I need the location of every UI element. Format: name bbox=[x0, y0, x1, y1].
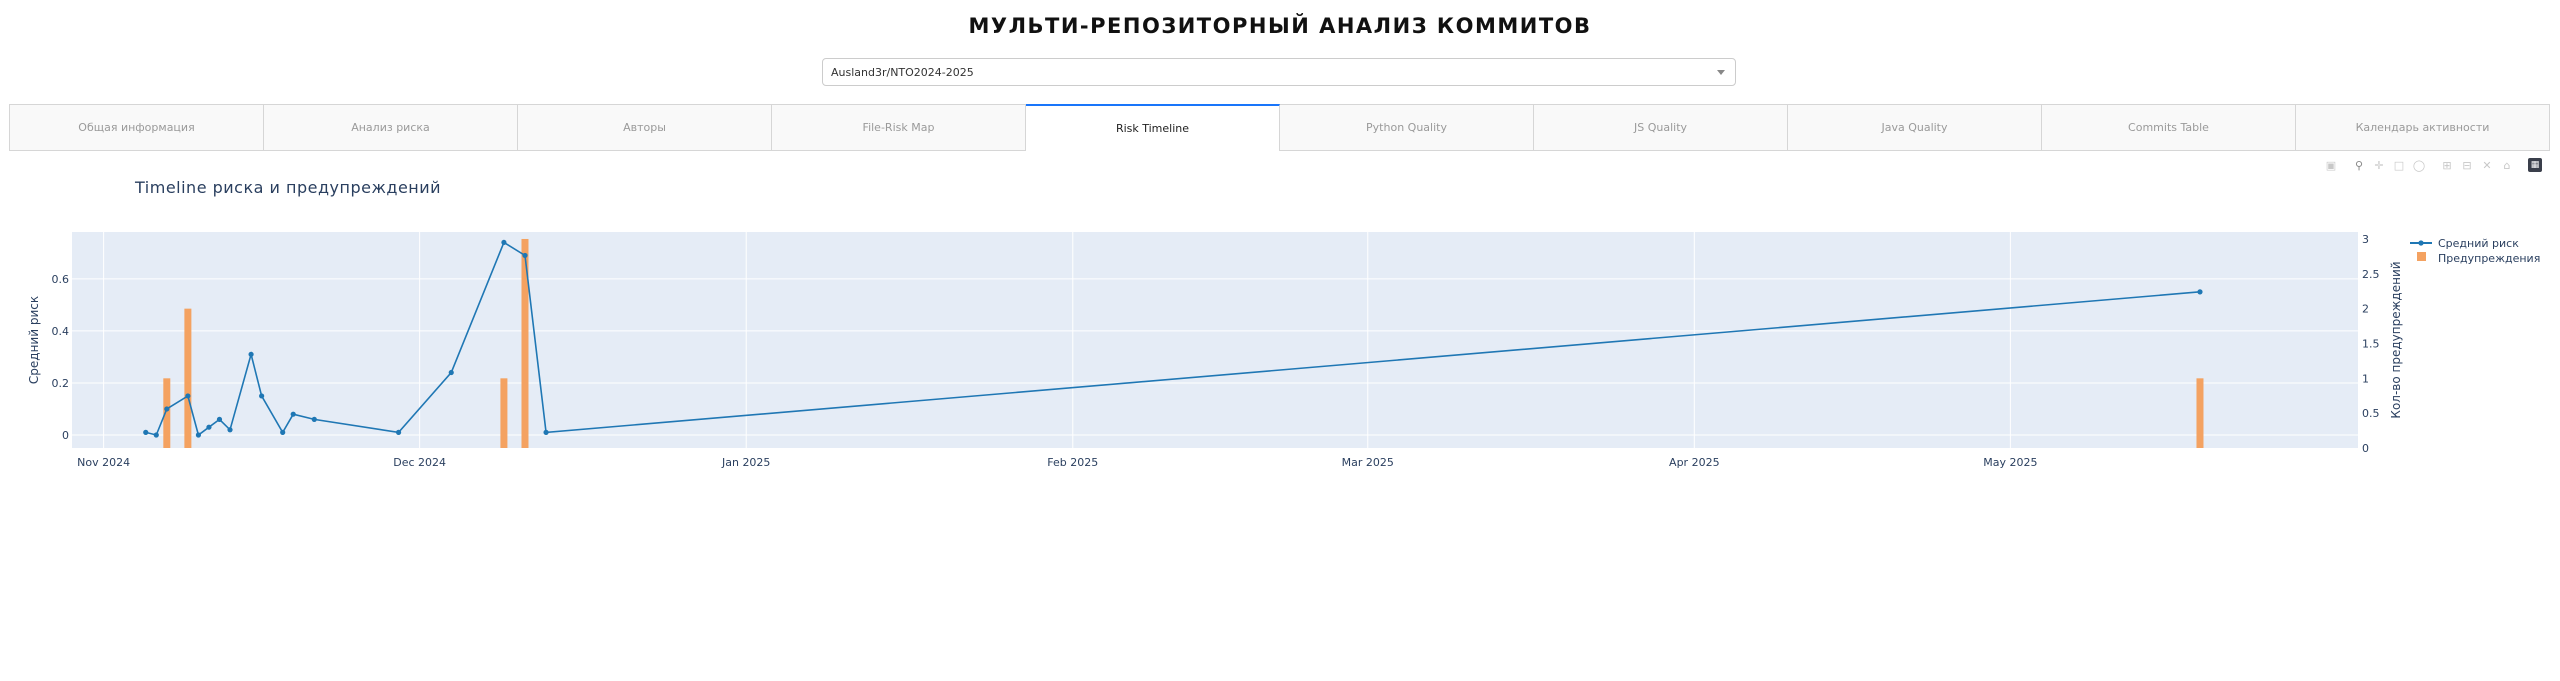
risk-point[interactable] bbox=[206, 424, 212, 430]
risk-point[interactable] bbox=[448, 369, 454, 376]
legend-item-warnings[interactable]: Предупреждения bbox=[2438, 252, 2540, 265]
risk-point[interactable] bbox=[195, 432, 202, 438]
risk-point[interactable] bbox=[153, 432, 159, 438]
warning-bar[interactable] bbox=[184, 308, 192, 448]
x-tick-label: May 2025 bbox=[1983, 456, 2037, 469]
y-axis-ticks: 0 0.2 0.4 0.6 bbox=[52, 273, 70, 442]
y2-axis-title: Кол-во предупреждений bbox=[2389, 261, 2403, 418]
y-tick-label: 0 bbox=[62, 429, 69, 442]
legend-item-risk[interactable]: Средний риск bbox=[2438, 237, 2519, 250]
y-axis-title: Средний риск bbox=[27, 296, 41, 384]
risk-point[interactable] bbox=[501, 239, 507, 246]
x-tick-label: Apr 2025 bbox=[1669, 456, 1720, 469]
risk-point[interactable] bbox=[280, 429, 286, 435]
risk-point[interactable] bbox=[216, 416, 223, 422]
y2-tick-label: 1.5 bbox=[2362, 337, 2380, 350]
y-tick-label: 0.2 bbox=[52, 377, 70, 390]
risk-point[interactable] bbox=[311, 416, 317, 422]
warning-bar[interactable] bbox=[500, 378, 508, 448]
y2-tick-label: 0.5 bbox=[2362, 407, 2380, 420]
y2-tick-label: 0 bbox=[2362, 442, 2369, 455]
x-tick-label: Feb 2025 bbox=[1047, 456, 1098, 469]
y2-tick-label: 3 bbox=[2362, 233, 2369, 246]
plot-area bbox=[72, 232, 2358, 448]
risk-point[interactable] bbox=[2197, 289, 2203, 295]
risk-point[interactable] bbox=[259, 393, 265, 399]
legend-marker-swatch bbox=[2418, 240, 2424, 246]
y2-tick-label: 1 bbox=[2362, 372, 2369, 385]
y-tick-label: 0.6 bbox=[52, 273, 70, 286]
risk-point[interactable] bbox=[395, 429, 402, 435]
y2-tick-label: 2.5 bbox=[2362, 268, 2380, 281]
risk-point[interactable] bbox=[543, 429, 549, 435]
risk-point[interactable] bbox=[143, 429, 149, 435]
legend-bar-swatch bbox=[2417, 252, 2426, 261]
risk-point[interactable] bbox=[290, 411, 296, 417]
risk-point[interactable] bbox=[248, 351, 254, 357]
warning-bar[interactable] bbox=[2196, 378, 2204, 448]
x-tick-label: Mar 2025 bbox=[1342, 456, 1394, 469]
x-tick-label: Jan 2025 bbox=[721, 456, 770, 469]
y-tick-label: 0.4 bbox=[52, 325, 70, 338]
risk-point[interactable] bbox=[164, 406, 170, 412]
risk-timeline-chart[interactable]: Nov 2024 Dec 2024 Jan 2025 Feb 2025 Mar 2025… bbox=[0, 0, 2560, 681]
x-tick-label: Dec 2024 bbox=[393, 456, 446, 469]
x-axis-ticks: Nov 2024 Dec 2024 Jan 2025 Feb 2025 Mar 2025… bbox=[77, 456, 2037, 469]
legend: Средний риск Предупреждения bbox=[2410, 237, 2540, 265]
y2-tick-label: 2 bbox=[2362, 303, 2369, 316]
risk-point[interactable] bbox=[522, 252, 528, 259]
risk-point[interactable] bbox=[185, 393, 191, 399]
risk-point[interactable] bbox=[227, 427, 233, 433]
x-tick-label: Nov 2024 bbox=[77, 456, 130, 469]
y2-axis-ticks: 0 0.5 1 1.5 2 2.5 3 bbox=[2362, 233, 2380, 455]
